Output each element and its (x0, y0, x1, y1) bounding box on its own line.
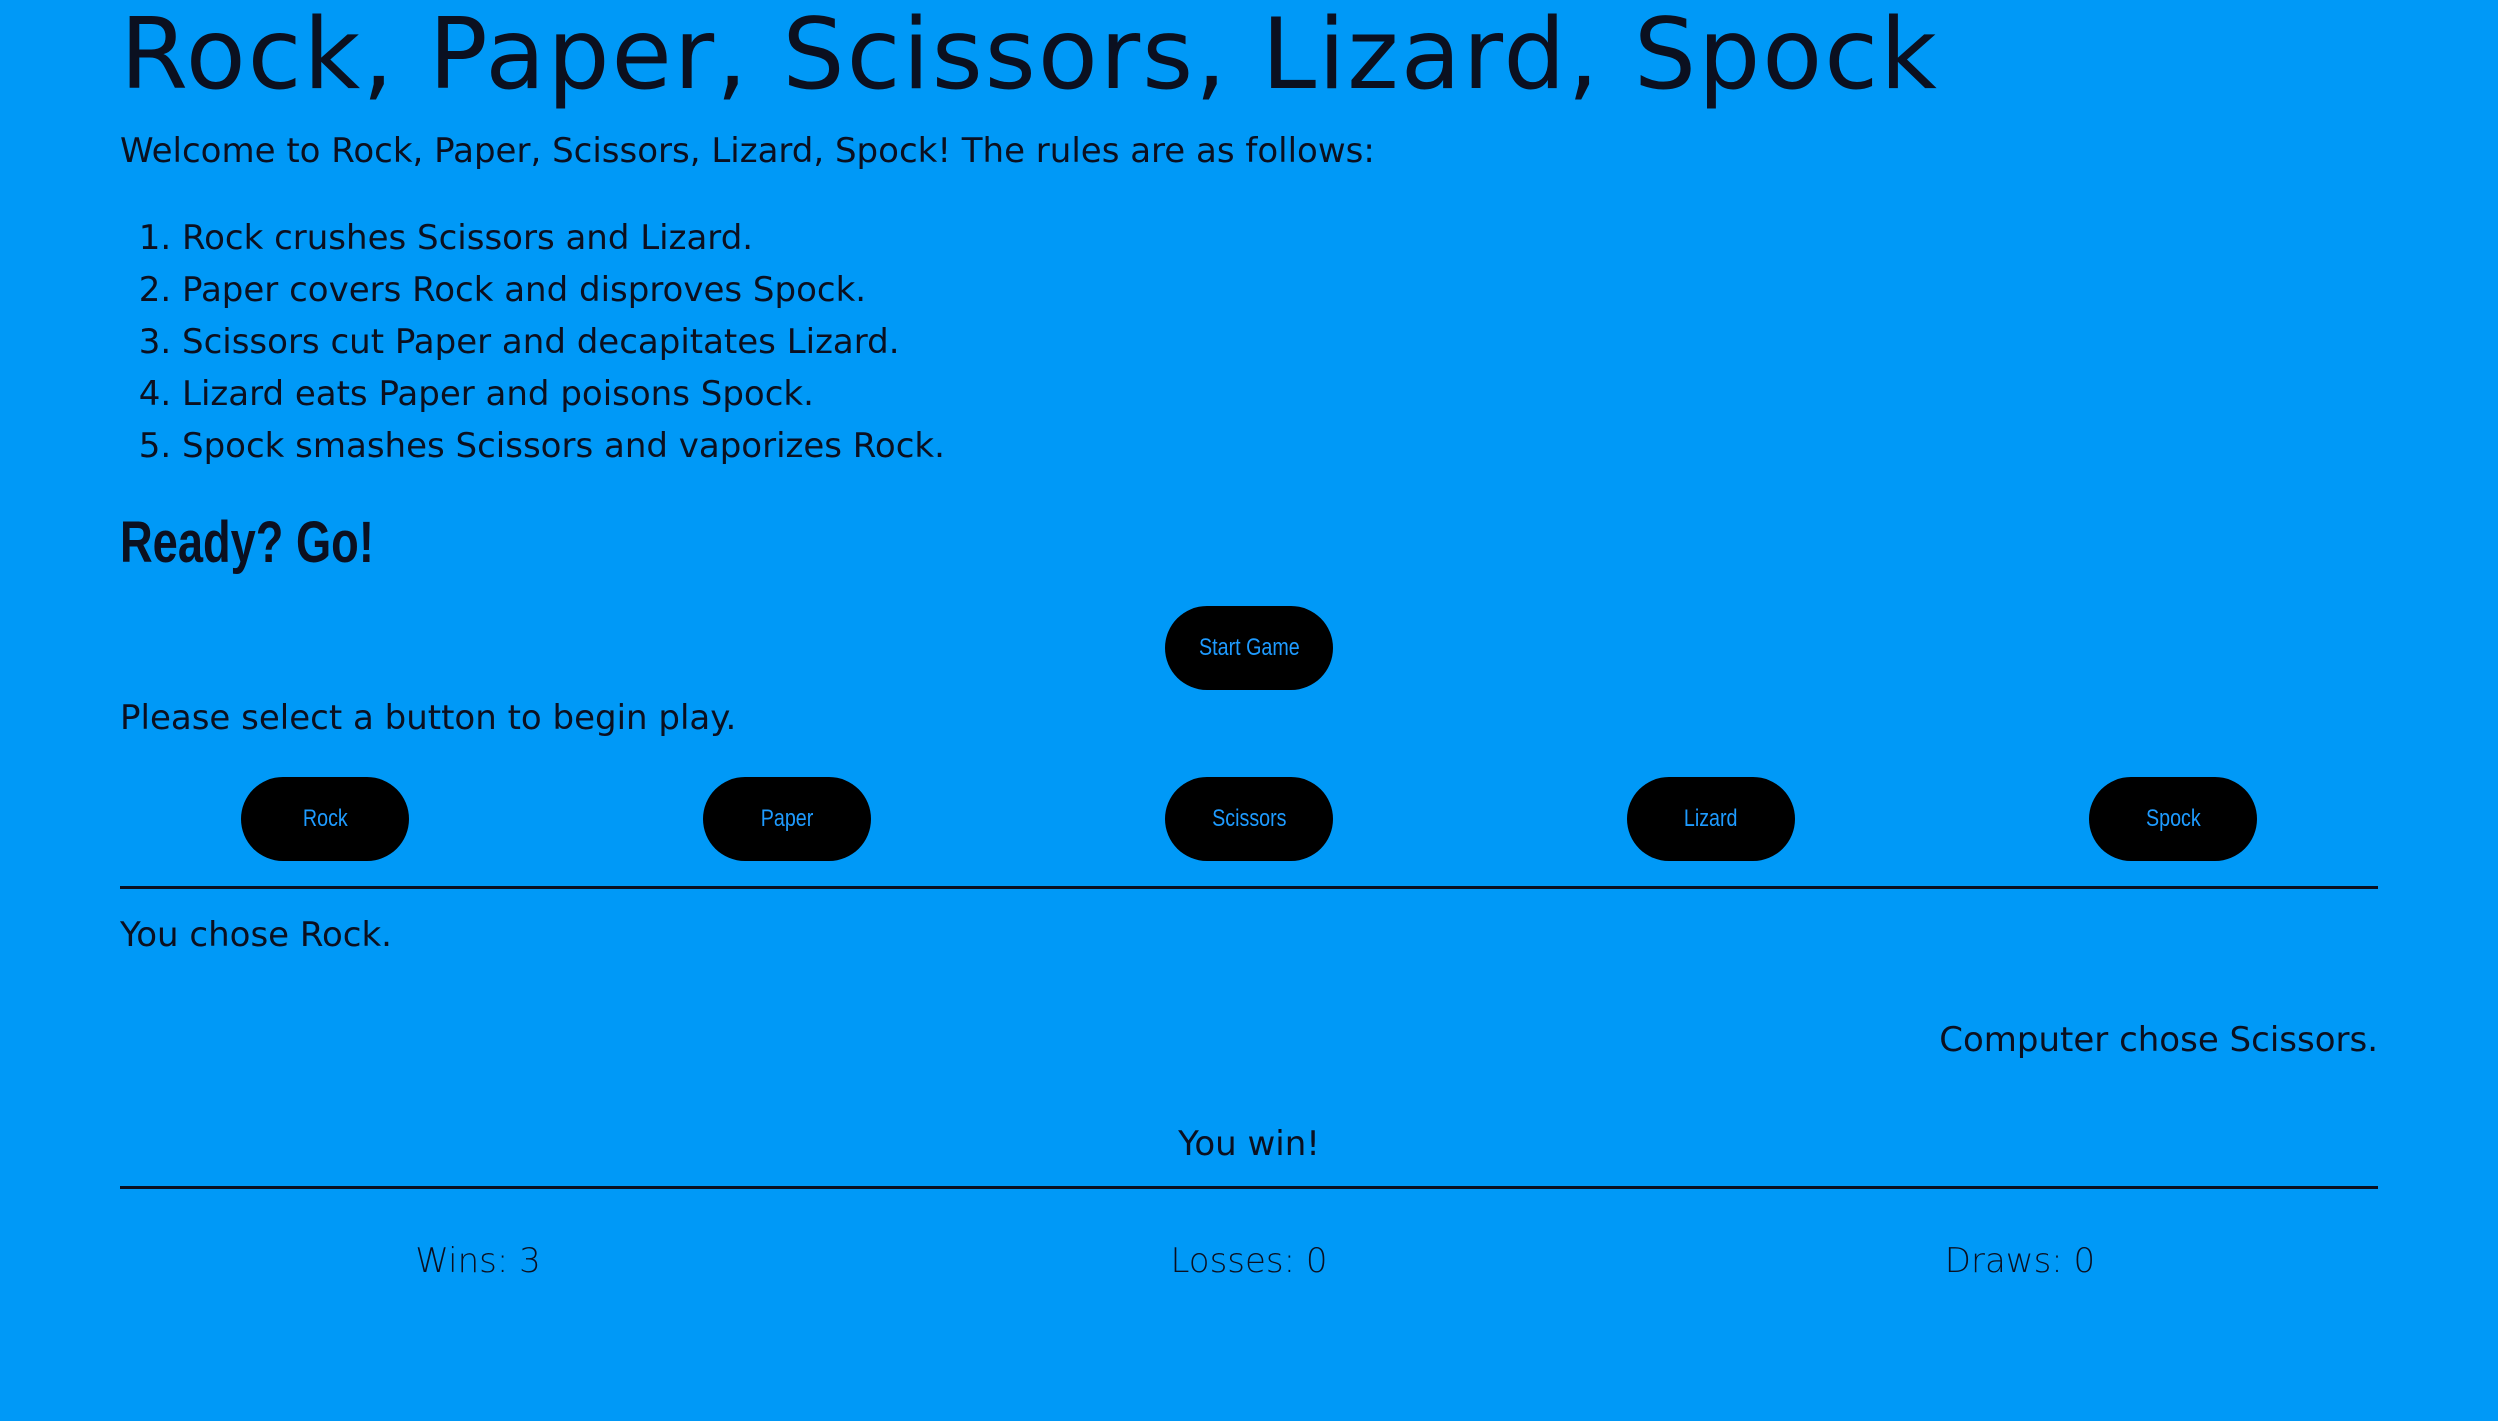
spock-label: Spock (2145, 805, 2201, 832)
page-container: Rock, Paper, Scissors, Lizard, Spock Wel… (120, 0, 2378, 1421)
rule-item: Scissors cut Paper and decapitates Lizar… (182, 316, 945, 368)
rule-item: Spock smashes Scissors and vaporizes Roc… (182, 420, 945, 472)
rule-item: Paper covers Rock and disproves Spock. (182, 264, 945, 316)
rock-label: Rock (302, 805, 348, 832)
spock-button[interactable]: Spock (2089, 777, 2257, 861)
player-choice-text: You chose Rock. (120, 915, 392, 955)
scissors-button[interactable]: Scissors (1165, 777, 1333, 861)
losses-count: Losses: 0 (1170, 1241, 1328, 1281)
computer-choice-text: Computer chose Scissors. (1939, 1020, 2378, 1060)
result-text: You win! (1178, 1124, 1320, 1164)
scissors-label: Scissors (1211, 805, 1287, 832)
lizard-label: Lizard (1684, 805, 1738, 832)
ready-heading: Ready? Go! (120, 510, 374, 575)
wins-count: Wins: 3 (415, 1241, 541, 1281)
start-game-button[interactable]: Start Game (1165, 606, 1333, 690)
page-title: Rock, Paper, Scissors, Lizard, Spock (120, 0, 1939, 112)
lizard-button[interactable]: Lizard (1627, 777, 1795, 861)
start-game-label: Start Game (1198, 634, 1300, 661)
paper-label: Paper (760, 805, 814, 832)
rule-item: Rock crushes Scissors and Lizard. (182, 212, 945, 264)
paper-button[interactable]: Paper (703, 777, 871, 861)
draws-count: Draws: 0 (1944, 1241, 2096, 1281)
rules-list: Rock crushes Scissors and Lizard. Paper … (120, 212, 945, 472)
divider-bottom (120, 1186, 2378, 1189)
rock-button[interactable]: Rock (241, 777, 409, 861)
rule-item: Lizard eats Paper and poisons Spock. (182, 368, 945, 420)
divider-top (120, 886, 2378, 889)
play-prompt: Please select a button to begin play. (120, 698, 737, 738)
intro-text: Welcome to Rock, Paper, Scissors, Lizard… (120, 131, 1375, 171)
